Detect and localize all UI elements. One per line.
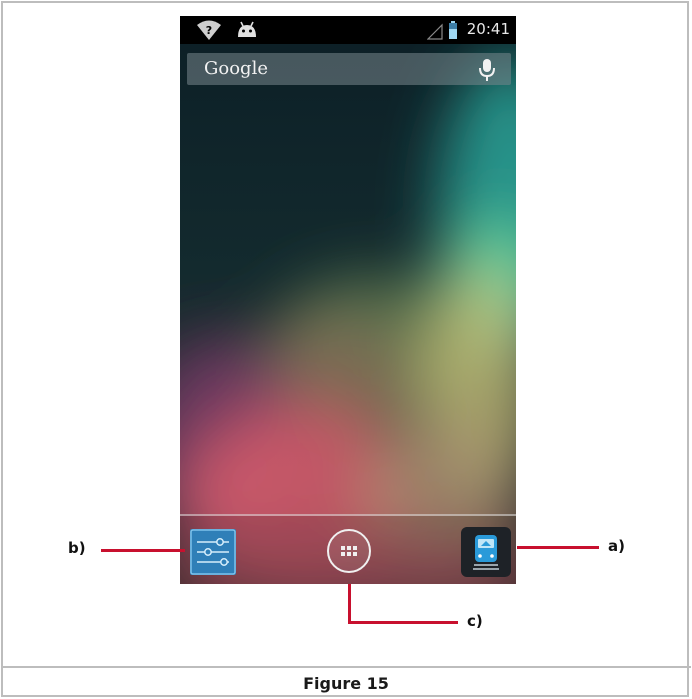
google-search-label: Google	[204, 58, 268, 79]
wallpaper	[180, 16, 516, 584]
callout-line-b	[101, 549, 185, 552]
signal-icon	[427, 23, 443, 40]
callout-label-b: b)	[68, 539, 86, 557]
svg-text:?: ?	[206, 24, 212, 37]
microphone-icon[interactable]	[479, 58, 495, 82]
callout-line-c-vertical	[348, 584, 351, 624]
status-bar: ? 20:41	[180, 16, 516, 44]
android-icon	[238, 21, 256, 37]
callout-line-a	[517, 546, 599, 549]
figure-caption: Figure 15	[303, 674, 389, 693]
dock-divider	[180, 514, 516, 516]
callout-label-a: a)	[608, 537, 625, 555]
status-time: 20:41	[466, 20, 510, 38]
phone-screen: ? 20:41 Google	[180, 16, 516, 584]
battery-icon	[449, 21, 457, 39]
train-app-icon[interactable]	[461, 527, 511, 577]
google-search-bar[interactable]: Google	[187, 53, 511, 85]
wifi-question-icon: ?	[197, 20, 221, 40]
caption-divider	[1, 666, 691, 668]
app-drawer-icon[interactable]	[326, 528, 372, 574]
settings-sliders-icon[interactable]	[190, 529, 236, 575]
callout-line-c-horizontal	[348, 621, 458, 624]
callout-label-c: c)	[467, 612, 483, 630]
